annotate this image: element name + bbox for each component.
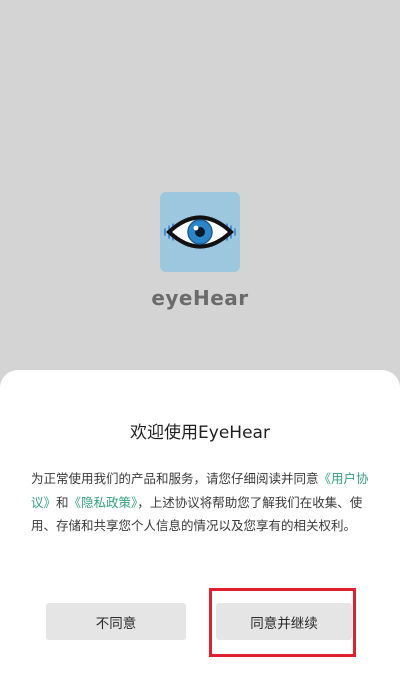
- body-text-intro: 为正常使用我们的产品和服务，请您仔细阅读并同意: [31, 471, 319, 486]
- app-screen: eyeHear 欢迎使用EyeHear 为正常使用我们的产品和服务，请您仔细阅读…: [0, 0, 400, 686]
- agree-button-label: 同意并继续: [250, 615, 318, 632]
- disagree-button-label: 不同意: [95, 615, 137, 632]
- dialog-body: 为正常使用我们的产品和服务，请您仔细阅读并同意《用户协议》和《隐私政策》，上述协…: [31, 467, 371, 538]
- eye-with-sound-waves-icon: [164, 215, 236, 249]
- disagree-button[interactable]: 不同意: [46, 603, 186, 640]
- eye-icon: [160, 192, 240, 272]
- agree-and-continue-button[interactable]: 同意并继续: [216, 603, 352, 640]
- dialog-title: 欢迎使用EyeHear: [130, 423, 270, 443]
- app-name: eyeHear: [151, 286, 249, 310]
- privacy-consent-dialog: 欢迎使用EyeHear 为正常使用我们的产品和服务，请您仔细阅读并同意《用户协议…: [0, 370, 400, 686]
- body-text-conjunction: 和: [56, 494, 69, 510]
- privacy-policy-link[interactable]: 《隐私政策》: [69, 495, 138, 510]
